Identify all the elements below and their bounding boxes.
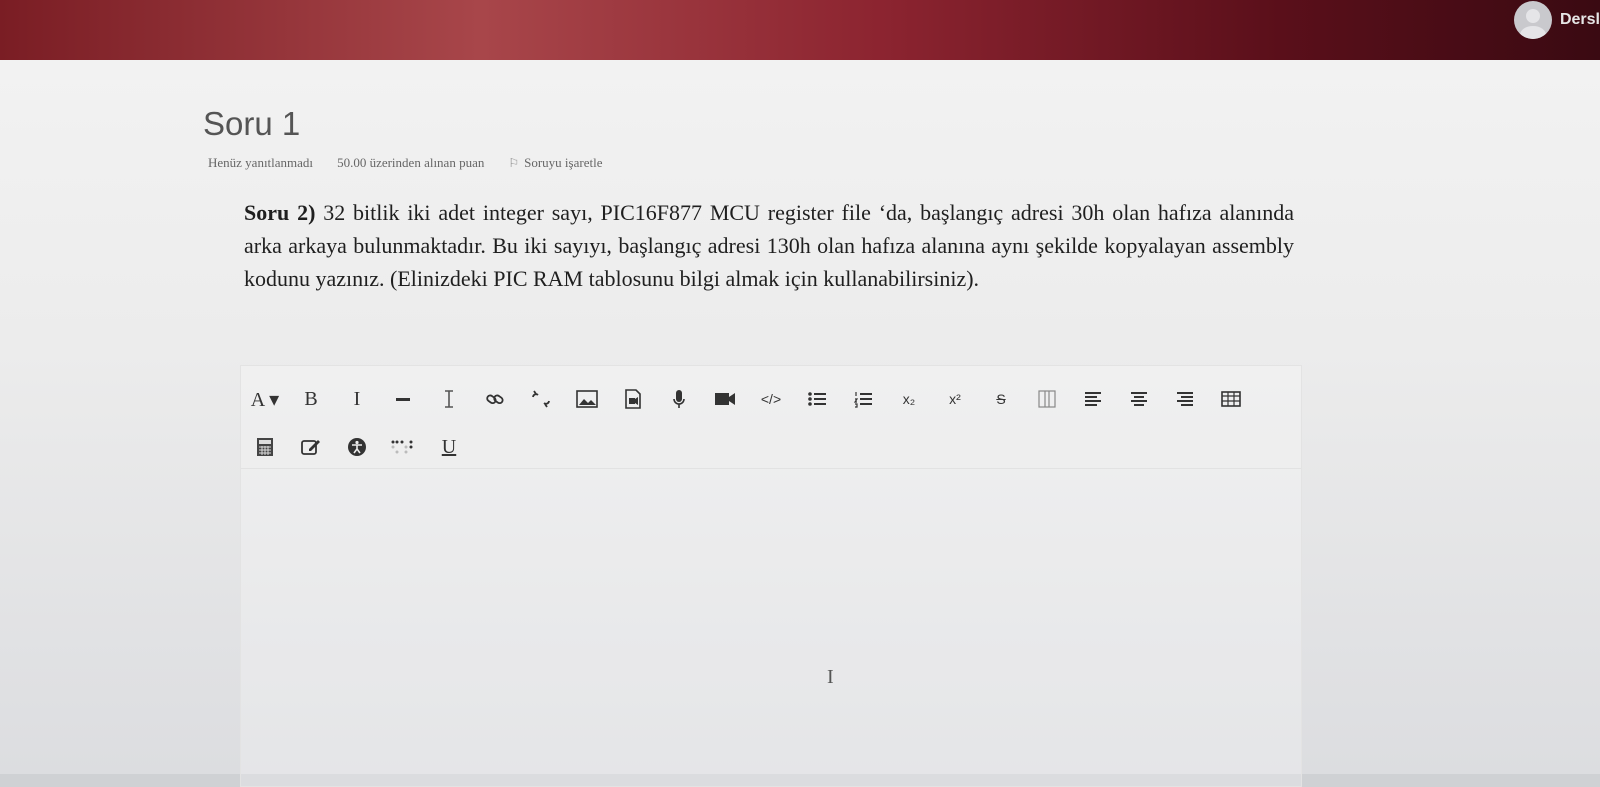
image-icon [576,390,598,408]
strikethrough-button[interactable]: S [983,384,1019,414]
underline-button-label: U [441,435,457,458]
question-title: Soru 1 [203,105,301,142]
bullet-list-icon [808,392,826,406]
flag-icon: ⚐ [508,155,520,170]
italic-button[interactable]: I [339,384,375,414]
user-menu[interactable]: Dersl [1513,0,1600,40]
align-left-button[interactable] [1075,384,1111,414]
edit-icon [301,440,320,455]
underline-button[interactable]: U [431,432,467,462]
braille-icon [391,440,413,454]
link-icon [486,394,504,405]
ordered-list-button[interactable] [845,384,881,414]
text-cursor-indicator: I [827,666,834,688]
table-button[interactable] [1213,384,1249,414]
calculator-icon [257,438,273,456]
toolbar-row-1: A ▾ B I </> x₂ x² S [247,384,1259,414]
accessibility-checker-button[interactable] [339,432,375,462]
font-button-label: A ▾ [250,388,280,411]
screenreader-helper-button[interactable] [385,432,421,462]
superscript-button-label: x² [949,391,961,407]
horizontal-rule-button[interactable] [385,384,421,414]
text-cursor-button[interactable] [431,384,467,414]
toolbar-row-2: U [247,432,477,462]
bold-button[interactable]: B [293,384,329,414]
answer-editor[interactable]: A ▾ B I </> x₂ x² S U I [240,365,1302,787]
video-camera-icon [715,393,735,405]
unlink-button[interactable] [523,384,559,414]
question-body: 32 bitlik iki adet integer sayı, PIC16F8… [244,200,1294,291]
flag-question-link[interactable]: ⚐ Soruyu işaretle [508,155,602,171]
subscript-button[interactable]: x₂ [891,384,927,414]
username[interactable]: Dersl [1560,11,1600,29]
html-button-label: </> [760,391,782,407]
unlink-icon [532,390,550,408]
superscript-button[interactable]: x² [937,384,973,414]
link-button[interactable] [477,384,513,414]
subscript-button-label: x₂ [902,391,916,407]
unordered-list-button[interactable] [799,384,835,414]
answer-status: Henüz yanıtlanmadı [208,155,314,170]
equation-button[interactable] [247,432,283,462]
table-icon [1221,391,1241,407]
hr-icon [396,398,410,401]
question-info: Henüz yanıtlanmadı 50.00 üzerinden alına… [208,155,626,171]
text-cursor-icon [445,390,453,408]
question-points: 50.00 üzerinden alınan puan [337,155,485,170]
align-center-button[interactable] [1121,384,1157,414]
html-button[interactable]: </> [753,384,789,414]
align-right-button[interactable] [1167,384,1203,414]
align-center-icon [1131,392,1147,406]
question-text: Soru 2) 32 bitlik iki adet integer sayı,… [244,196,1294,295]
question-number: Soru 2) [244,200,316,225]
record-video-button[interactable] [707,384,743,414]
media-icon [625,389,641,409]
font-button[interactable]: A ▾ [247,384,283,414]
italic-button-label: I [353,387,361,410]
user-avatar-icon[interactable] [1513,1,1552,39]
bold-button-label: B [304,387,318,410]
page-content: Soru 1 Henüz yanıtlanmadı 50.00 üzerinde… [0,60,1600,787]
microphone-icon [673,390,685,408]
numbered-list-icon [853,392,872,408]
flag-question-label[interactable]: Soruyu işaretle [524,155,602,171]
strikethrough-button-label: S [996,391,1006,407]
manage-files-button[interactable] [293,432,329,462]
image-button[interactable] [569,384,605,414]
align-right-icon [1177,392,1193,406]
align-left-icon [1085,392,1101,406]
media-button[interactable] [615,384,651,414]
accessibility-icon [348,438,366,456]
columns-icon [1038,390,1056,408]
editor-toolbar: A ▾ B I </> x₂ x² S U [241,366,1301,469]
column-button[interactable] [1029,384,1065,414]
record-audio-button[interactable] [661,384,697,414]
